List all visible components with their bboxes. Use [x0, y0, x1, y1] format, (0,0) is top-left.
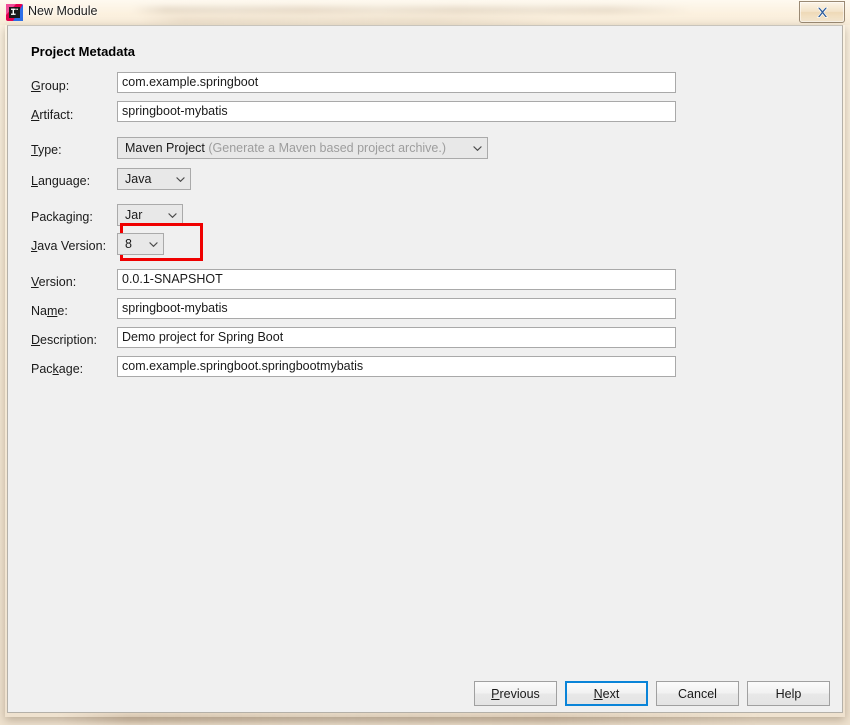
close-icon[interactable] [799, 1, 845, 23]
next-button[interactable]: Next [565, 681, 648, 706]
new-module-dialog-window: New Module Project Metadata Group: com.e… [0, 0, 850, 722]
description-label-text: escription: [40, 333, 98, 347]
cancel-button[interactable]: Cancel [656, 681, 739, 706]
window-title: New Module [28, 4, 98, 18]
java-version-label-text: ava Version: [37, 239, 107, 253]
language-label-mnemonic: L [31, 174, 38, 188]
packaging-combo-value: Jar [125, 208, 143, 222]
packaging-combo[interactable]: Jar [117, 204, 183, 226]
package-input[interactable]: com.example.springboot.springbootmybatis [117, 356, 676, 377]
package-label: Package: [31, 362, 83, 376]
dialog-body: Project Metadata Group: com.example.spri… [7, 25, 843, 713]
chevron-down-icon [149, 242, 158, 247]
next-button-label: ext [602, 686, 620, 701]
type-label-text: ype: [37, 143, 62, 157]
packaging-label-text-end: ing: [72, 210, 93, 224]
title-bar[interactable]: New Module [0, 0, 850, 25]
name-label-text: Na [31, 304, 47, 318]
artifact-input-value: springboot-mybatis [122, 104, 228, 118]
group-input-value: com.example.springboot [122, 75, 259, 89]
next-button-mnemonic: N [593, 686, 603, 701]
package-label-text: Pac [31, 362, 53, 376]
language-label: Language: [31, 174, 90, 188]
version-label: Version: [31, 275, 76, 289]
packaging-label-mnemonic: g [65, 210, 73, 224]
packaging-label: Packaging: [31, 210, 93, 224]
name-label: Name: [31, 304, 68, 318]
description-label-mnemonic: D [31, 333, 41, 347]
page-title: Project Metadata [31, 44, 135, 59]
name-input-value: springboot-mybatis [122, 301, 228, 315]
chevron-down-icon [473, 146, 482, 151]
package-label-text-end: age: [58, 362, 84, 376]
name-label-mnemonic: m [46, 304, 58, 318]
packaging-label-text: Packa [31, 210, 66, 224]
help-button[interactable]: Help [747, 681, 830, 706]
version-label-text: ersion: [38, 275, 77, 289]
package-input-value: com.example.springboot.springbootmybatis [122, 359, 364, 373]
java-version-combo-value: 8 [125, 237, 132, 251]
java-version-label: Java Version: [31, 239, 106, 253]
previous-button[interactable]: Previous [474, 681, 557, 706]
cancel-button-label: Cancel [678, 686, 717, 701]
language-combo[interactable]: Java [117, 168, 191, 190]
chevron-down-icon [176, 177, 185, 182]
type-combo[interactable]: Maven Project (Generate a Maven based pr… [117, 137, 488, 159]
help-button-label: Help [775, 686, 802, 701]
java-version-combo[interactable]: 8 [117, 233, 164, 255]
version-input-value: 0.0.1-SNAPSHOT [122, 272, 223, 286]
description-input[interactable]: Demo project for Spring Boot [117, 327, 676, 348]
section-title-text: Project Metadata [31, 44, 136, 59]
group-label-mnemonic: G [31, 79, 41, 93]
group-input[interactable]: com.example.springboot [117, 72, 676, 93]
intellij-idea-icon [6, 4, 23, 21]
version-input[interactable]: 0.0.1-SNAPSHOT [117, 269, 676, 290]
type-combo-value: Maven Project [125, 141, 205, 155]
artifact-input[interactable]: springboot-mybatis [117, 101, 676, 122]
type-combo-hint: (Generate a Maven based project archive.… [208, 141, 447, 155]
previous-button-mnemonic: P [491, 686, 500, 701]
name-input[interactable]: springboot-mybatis [117, 298, 676, 319]
version-label-mnemonic: V [31, 275, 39, 289]
language-label-text: anguage: [37, 174, 91, 188]
description-label: Description: [31, 333, 97, 347]
language-combo-value: Java [125, 172, 152, 186]
group-label-text: roup: [40, 79, 70, 93]
previous-button-label: revious [499, 686, 540, 701]
type-label-mnemonic: T [31, 143, 38, 157]
chevron-down-icon [168, 213, 177, 218]
name-label-text-end: e: [57, 304, 68, 318]
artifact-label: Artifact: [31, 108, 73, 122]
description-input-value: Demo project for Spring Boot [122, 330, 284, 344]
artifact-label-text: rtifact: [39, 108, 74, 122]
group-label: Group: [31, 79, 69, 93]
type-label: Type: [31, 143, 62, 157]
